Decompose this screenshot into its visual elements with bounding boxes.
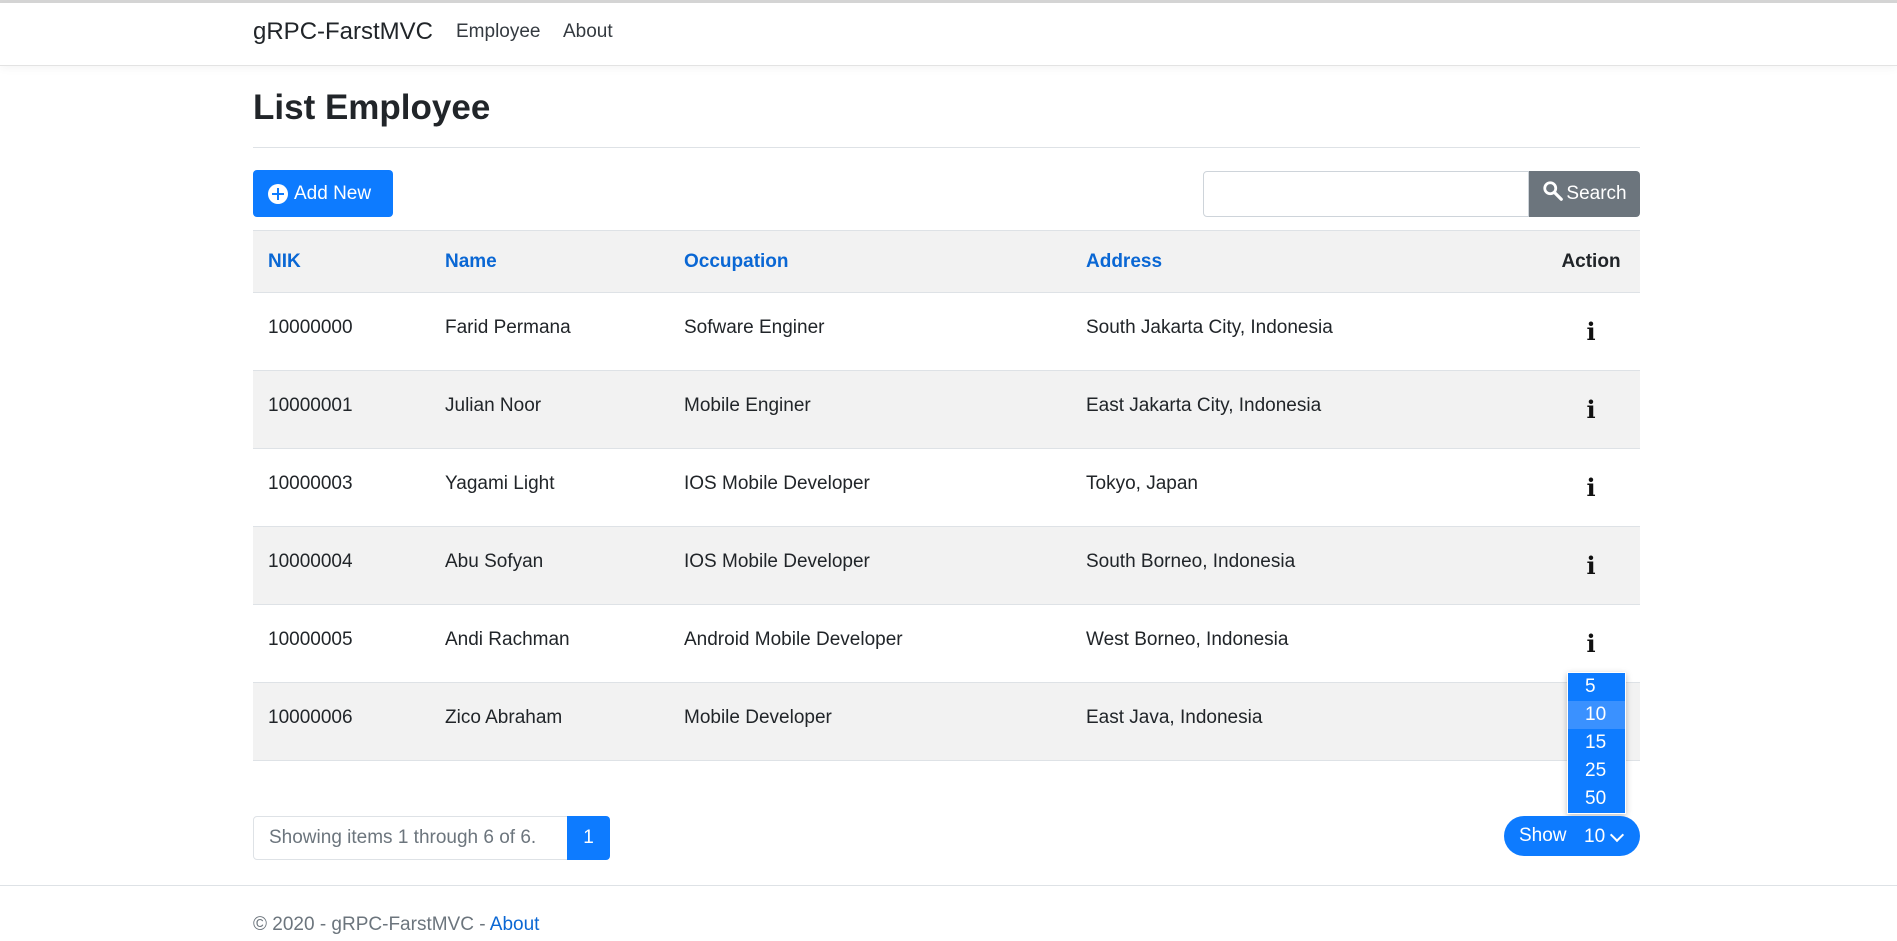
cell-name: Farid Permana (430, 292, 669, 371)
search-icon (1543, 181, 1564, 201)
cell-address: South Jakarta City, Indonesia (1071, 292, 1542, 371)
add-new-button[interactable]: Add New (253, 170, 393, 217)
search-button[interactable]: Search (1529, 171, 1640, 217)
cell-action: i (1542, 370, 1640, 449)
add-new-label: Add New (294, 182, 372, 204)
nav-link-about[interactable]: About (563, 21, 613, 43)
cell-nik: 10000001 (253, 370, 430, 449)
cell-name: Yagami Light (430, 448, 669, 527)
cell-occupation: Mobile Developer (669, 682, 1071, 761)
page-size-option-25[interactable]: 25 (1568, 757, 1625, 785)
table-row: 10000006 Zico Abraham Mobile Developer E… (253, 682, 1640, 761)
page-size-option-50[interactable]: 50 (1568, 785, 1625, 813)
info-icon[interactable]: i (1586, 473, 1595, 502)
page-size-option-5[interactable]: 5 (1568, 673, 1625, 701)
cell-nik: 10000005 (253, 604, 430, 683)
cell-occupation: Sofware Enginer (669, 292, 1071, 371)
cell-address: West Borneo, Indonesia (1071, 604, 1542, 683)
page-size-option-10[interactable]: 10 (1568, 701, 1625, 729)
table-row: 10000005 Andi Rachman Android Mobile Dev… (253, 604, 1640, 683)
table-row: 10000000 Farid Permana Sofware Enginer S… (253, 292, 1640, 371)
footer-copyright: © 2020 - gRPC-FarstMVC - (253, 914, 490, 935)
page-size-value: 10 (1584, 826, 1606, 847)
table-row: 10000001 Julian Noor Mobile Enginer East… (253, 370, 1640, 449)
plus-circle-icon (268, 183, 288, 204)
cell-name: Abu Sofyan (430, 526, 669, 605)
cell-name: Andi Rachman (430, 604, 669, 683)
page-size-select[interactable]: Show 10 (1504, 816, 1640, 856)
column-header-address[interactable]: Address (1071, 230, 1542, 293)
cell-nik: 10000004 (253, 526, 430, 605)
info-icon[interactable]: i (1586, 317, 1595, 346)
page-size-dropdown-list: 5 10 15 25 50 (1567, 672, 1626, 814)
cell-nik: 10000003 (253, 448, 430, 527)
cell-action: i (1542, 292, 1640, 371)
table-row: 10000004 Abu Sofyan IOS Mobile Developer… (253, 526, 1640, 605)
cell-address: East Java, Indonesia (1071, 682, 1542, 761)
brand-link[interactable]: gRPC-FarstMVC (253, 18, 433, 46)
cell-occupation: IOS Mobile Developer (669, 448, 1071, 527)
table-row: 10000003 Yagami Light IOS Mobile Develop… (253, 448, 1640, 527)
column-header-action: Action (1542, 230, 1640, 293)
pagination-summary: Showing items 1 through 6 of 6. (253, 816, 568, 860)
page-button-1[interactable]: 1 (567, 816, 610, 860)
column-header-name[interactable]: Name (430, 230, 669, 293)
employee-table: NIK Name Occupation Address Action 10000… (253, 230, 1640, 761)
title-divider (253, 147, 1640, 148)
cell-action: i (1542, 604, 1640, 683)
cell-occupation: Mobile Enginer (669, 370, 1071, 449)
cell-nik: 10000006 (253, 682, 430, 761)
footer: © 2020 - gRPC-FarstMVC - About (253, 914, 539, 936)
table-header-row: NIK Name Occupation Address Action (253, 230, 1640, 293)
page-size-label: Show (1519, 825, 1567, 846)
cell-address: Tokyo, Japan (1071, 448, 1542, 527)
info-icon[interactable]: i (1586, 395, 1595, 424)
info-icon[interactable]: i (1586, 551, 1595, 580)
cell-action: i (1542, 448, 1640, 527)
footer-about-link[interactable]: About (490, 914, 540, 935)
column-header-occupation[interactable]: Occupation (669, 230, 1071, 293)
cell-name: Zico Abraham (430, 682, 669, 761)
cell-address: East Jakarta City, Indonesia (1071, 370, 1542, 449)
cell-action: i (1542, 526, 1640, 605)
cell-name: Julian Noor (430, 370, 669, 449)
page-title: List Employee (253, 88, 491, 127)
info-icon[interactable]: i (1586, 629, 1595, 658)
search-button-label: Search (1566, 183, 1627, 204)
cell-address: South Borneo, Indonesia (1071, 526, 1542, 605)
cell-occupation: Android Mobile Developer (669, 604, 1071, 683)
cell-nik: 10000000 (253, 292, 430, 371)
chevron-down-icon (1609, 827, 1625, 843)
search-input[interactable] (1203, 171, 1529, 217)
footer-divider (0, 885, 1897, 886)
column-header-nik[interactable]: NIK (253, 230, 430, 293)
nav-link-employee[interactable]: Employee (456, 21, 541, 43)
page-size-option-15[interactable]: 15 (1568, 729, 1625, 757)
cell-occupation: IOS Mobile Developer (669, 526, 1071, 605)
navbar: gRPC-FarstMVC Employee About (0, 3, 1897, 66)
